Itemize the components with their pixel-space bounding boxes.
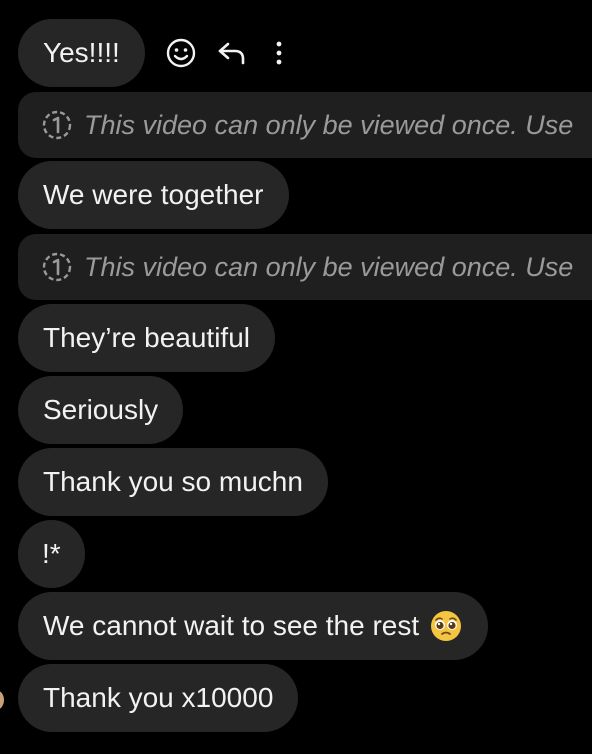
react-button[interactable] (164, 36, 198, 70)
message-text: Thank you so muchn (43, 466, 303, 497)
message-text: Thank you x10000 (43, 682, 274, 713)
avatar[interactable] (0, 690, 4, 710)
message-text: They’re beautiful (43, 322, 251, 353)
pleading-face-emoji (431, 611, 462, 641)
notice-text: This video can only be viewed once. Use (84, 251, 574, 282)
view-once-icon (42, 110, 72, 140)
message-bubble[interactable]: Yes!!!! (18, 19, 145, 87)
message-text: Seriously (43, 394, 159, 425)
message-text: We cannot wait to see the rest (43, 610, 420, 641)
message-actions (164, 36, 296, 70)
message-bubble[interactable]: Thank you x10000 (18, 664, 299, 732)
reply-arrow-icon (218, 42, 245, 65)
message-bubble[interactable]: Thank you so muchn (18, 448, 328, 516)
message-text: We were together (43, 179, 264, 210)
message-bubble[interactable]: They’re beautiful (18, 304, 276, 372)
message-bubble[interactable]: !* (18, 520, 85, 588)
smiley-react-icon (166, 38, 196, 68)
message-text: !* (42, 538, 61, 569)
message-bubble[interactable]: We were together (18, 161, 289, 229)
reply-button[interactable] (214, 36, 248, 70)
message-text: Yes!!!! (43, 37, 120, 68)
view-once-notice[interactable]: This video can only be viewed once. Use (18, 92, 592, 158)
more-options-button[interactable] (262, 36, 296, 70)
message-bubble[interactable]: Seriously (18, 376, 184, 444)
more-vertical-icon (276, 41, 282, 65)
view-once-notice[interactable]: This video can only be viewed once. Use (18, 234, 592, 300)
message-bubble[interactable]: We cannot wait to see the rest (18, 592, 489, 660)
notice-text: This video can only be viewed once. Use (84, 109, 574, 140)
view-once-icon (42, 252, 72, 282)
